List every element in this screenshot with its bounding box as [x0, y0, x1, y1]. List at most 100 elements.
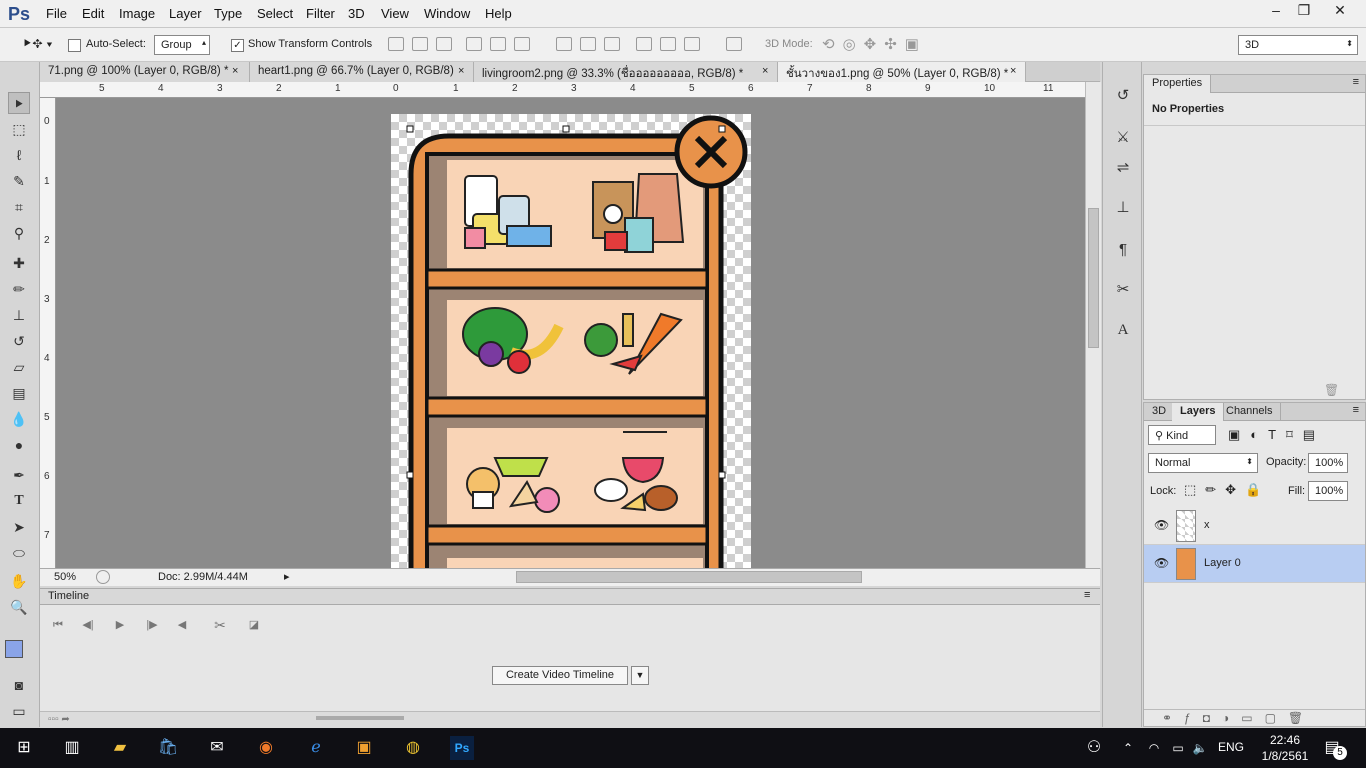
menu-select[interactable]: Select — [257, 6, 293, 21]
type-tool-icon[interactable]: T — [8, 490, 30, 512]
menu-help[interactable]: Help — [485, 6, 512, 21]
panel-menu-icon[interactable]: ≡ — [1353, 404, 1359, 416]
menu-view[interactable]: View — [381, 6, 409, 21]
panel-menu-icon[interactable]: ≡ — [1084, 589, 1090, 601]
wifi-icon[interactable]: ◠ — [1142, 736, 1166, 760]
status-menu-arrow-icon[interactable]: ▸ — [284, 570, 290, 583]
tab-layers[interactable]: Layers — [1172, 403, 1225, 421]
move-tool-icon[interactable]: ⯈ — [8, 92, 30, 114]
volume-icon[interactable]: 🔈 — [1188, 736, 1212, 760]
auto-select-checkbox[interactable] — [68, 39, 81, 52]
opacity-input[interactable]: 100% — [1308, 453, 1348, 473]
menu-file[interactable]: File — [46, 6, 67, 21]
crop-tool-icon[interactable]: ⌗ — [8, 196, 30, 218]
menu-layer[interactable]: Layer — [169, 6, 202, 21]
menu-type[interactable]: Type — [214, 6, 242, 21]
align-left-icon[interactable] — [466, 37, 482, 51]
align-bottom-icon[interactable] — [436, 37, 452, 51]
people-icon[interactable]: ⚇ — [1082, 736, 1106, 760]
adjustments-icon[interactable]: ⇌ — [1113, 158, 1133, 178]
vertical-scroll-thumb[interactable] — [1088, 208, 1099, 348]
sublime-icon[interactable]: ▣ — [352, 736, 376, 760]
history-icon[interactable]: ↺ — [1113, 86, 1133, 106]
visibility-eye-icon[interactable]: 👁 — [1154, 556, 1169, 570]
menu-window[interactable]: Window — [424, 6, 470, 21]
task-view-icon[interactable]: ▥ — [60, 736, 84, 760]
transform-handle[interactable] — [406, 125, 414, 133]
foreground-color-swatch[interactable] — [5, 640, 23, 658]
photoshop-taskbar-icon[interactable]: Ps — [450, 736, 474, 760]
paragraph-icon[interactable]: ¶ — [1113, 240, 1133, 260]
document-canvas[interactable] — [391, 114, 751, 568]
tab-properties[interactable]: Properties — [1144, 75, 1212, 93]
battery-icon[interactable]: ▭ — [1166, 736, 1190, 760]
zoom-tool-icon[interactable]: 🔍 — [8, 596, 30, 618]
start-icon[interactable]: ⊞ — [12, 736, 36, 760]
brush-tool-icon[interactable]: ✏ — [8, 278, 30, 300]
horizontal-scroll-thumb[interactable] — [516, 571, 862, 583]
quick-select-tool-icon[interactable]: ✎ — [8, 170, 30, 192]
tray-expand-icon[interactable]: ⌃ — [1116, 736, 1140, 760]
layer-row-layer-0[interactable]: 👁 Layer 0 — [1144, 545, 1365, 583]
transform-handle[interactable] — [718, 471, 726, 479]
clone-source-icon[interactable]: ⊥ — [1113, 198, 1133, 218]
timeline-zoom-slider[interactable] — [316, 716, 404, 720]
distribute-top-icon[interactable] — [556, 37, 572, 51]
split-scissors-icon[interactable]: ✂ — [210, 616, 230, 634]
menu-edit[interactable]: Edit — [82, 6, 104, 21]
shape-tool-icon[interactable]: ⬭ — [8, 542, 30, 564]
distribute-hcenter-icon[interactable] — [660, 37, 676, 51]
show-transform-checkbox[interactable]: ✓ — [231, 39, 244, 52]
lock-icons[interactable]: ⬚✏✥🔒 — [1184, 482, 1270, 498]
quick-mask-icon[interactable]: ◙ — [8, 674, 30, 696]
hand-tool-icon[interactable]: ✋ — [8, 570, 30, 592]
workspace-dropdown[interactable]: 3D ⬍ — [1238, 35, 1358, 55]
fill-input[interactable]: 100% — [1308, 481, 1348, 501]
edge-icon[interactable]: ℯ — [304, 736, 328, 760]
distribute-left-icon[interactable] — [636, 37, 652, 51]
tab-3d[interactable]: 3D — [1144, 403, 1176, 421]
eyedropper-tool-icon[interactable]: ⚲ — [8, 222, 30, 244]
lasso-tool-icon[interactable]: ℓ — [8, 144, 30, 166]
transform-handle[interactable] — [562, 125, 570, 133]
language-indicator[interactable]: ENG — [1218, 740, 1244, 754]
layer-action-icons[interactable]: ⚭ƒ◘◑▭▢🗑 — [1162, 711, 1315, 725]
screen-mode-icon[interactable]: ▭ — [8, 700, 30, 722]
menu-filter[interactable]: Filter — [306, 6, 335, 21]
healing-tool-icon[interactable]: ✚ — [8, 252, 30, 274]
create-timeline-dropdown-icon[interactable]: ▼ — [631, 666, 649, 685]
align-hcenter-icon[interactable] — [490, 37, 506, 51]
move-tool-preset-icon[interactable]: ⯈✥ ▾ — [22, 36, 53, 52]
distribute-right-icon[interactable] — [684, 37, 700, 51]
path-select-tool-icon[interactable]: ➤ — [8, 516, 30, 538]
menu-image[interactable]: Image — [119, 6, 155, 21]
timeline-options-icon[interactable]: ▫▫▫ ➦ — [48, 714, 70, 725]
align-right-icon[interactable] — [514, 37, 530, 51]
marquee-tool-icon[interactable]: ⬚ — [8, 118, 30, 140]
trash-icon[interactable]: 🗑 — [1324, 383, 1339, 397]
tab-channels[interactable]: Channels — [1218, 403, 1282, 421]
tool-presets-icon[interactable]: ✂ — [1113, 280, 1133, 300]
tab-71-png[interactable]: 71.png @ 100% (Layer 0, RGB/8) * — [40, 62, 250, 82]
panel-menu-icon[interactable]: ≡ — [1353, 76, 1359, 88]
dodge-tool-icon[interactable]: ● — [8, 434, 30, 456]
mail-icon[interactable]: ✉ — [205, 736, 229, 760]
layer-row-x[interactable]: 👁 x — [1144, 507, 1365, 545]
menu-3d[interactable]: 3D — [348, 6, 365, 21]
history-brush-tool-icon[interactable]: ↺ — [8, 330, 30, 352]
audio-icon[interactable]: ◀ — [172, 616, 192, 634]
align-vcenter-icon[interactable] — [412, 37, 428, 51]
gradient-tool-icon[interactable]: ▤ — [8, 382, 30, 404]
firefox-icon[interactable]: ◉ — [254, 736, 278, 760]
align-top-icon[interactable] — [388, 37, 404, 51]
distribute-bottom-icon[interactable] — [604, 37, 620, 51]
close-window-icon[interactable]: ✕ — [1322, 0, 1358, 20]
pen-tool-icon[interactable]: ✒ — [8, 464, 30, 486]
prev-frame-icon[interactable]: ◀| — [78, 616, 98, 634]
eraser-tool-icon[interactable]: ▱ — [8, 356, 30, 378]
zoom-level[interactable]: 50% — [54, 571, 76, 583]
close-icon[interactable]: × — [458, 65, 464, 77]
close-icon[interactable]: × — [232, 65, 238, 77]
taskbar-clock[interactable]: 22:46 1/8/2561 — [1260, 732, 1310, 764]
close-icon[interactable]: × — [762, 65, 768, 77]
